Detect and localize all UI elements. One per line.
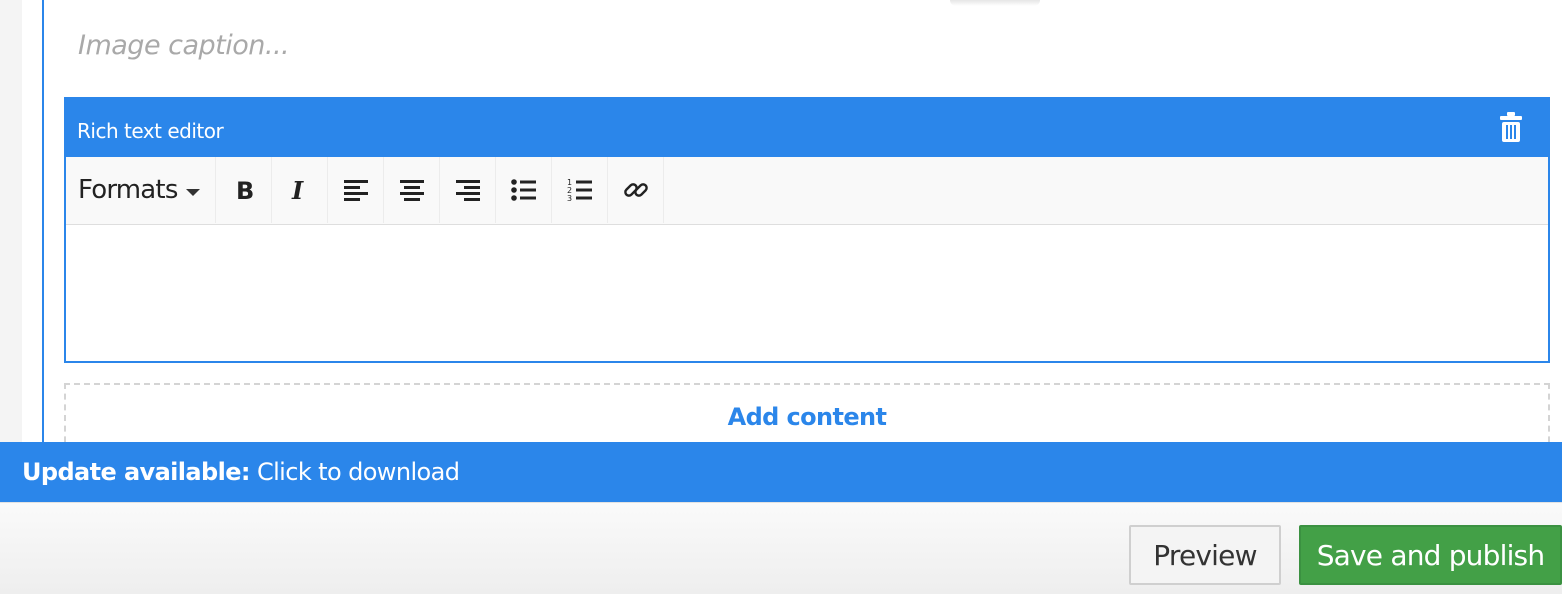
numbered-list-button[interactable]: 123 [552,157,608,223]
preview-button[interactable]: Preview [1129,525,1281,585]
svg-text:3: 3 [567,194,572,202]
add-content-link[interactable]: Add content [66,403,1548,431]
editor-title: Rich text editor [77,119,224,143]
align-left-button[interactable] [328,157,384,223]
link-button[interactable] [608,157,664,223]
editor-header: Rich text editor [66,99,1548,157]
italic-icon: I [290,178,310,202]
save-and-publish-button[interactable]: Save and publish [1299,525,1562,585]
svg-text:I: I [291,178,304,202]
align-right-icon [455,179,481,201]
align-left-icon [343,179,369,201]
bullet-list-button[interactable] [496,157,552,223]
editor-toolbar: Formats B I 1 2 3 [66,157,1548,225]
svg-text:B: B [236,178,254,202]
rich-text-editor-block: Rich text editor Formats B I 1 2 3 [64,97,1550,363]
footer-bar: Preview Save and publish [0,502,1562,594]
numbered-list-icon: 123 [567,178,593,202]
image-bottom-shadow [950,0,1040,6]
align-center-icon [399,179,425,201]
bold-icon: B [234,178,254,202]
formats-label: Formats [78,175,178,205]
left-gutter [0,0,22,442]
bullet-list-icon [510,179,537,201]
formats-dropdown[interactable]: Formats [66,157,216,223]
align-center-button[interactable] [384,157,440,223]
align-right-button[interactable] [440,157,496,223]
link-icon [623,177,649,203]
trash-icon[interactable] [1499,111,1523,143]
update-available-label: Update available: [22,458,251,486]
update-download-text[interactable]: Click to download [257,458,460,486]
cms-editor-page: Image caption... Rich text editor Format… [0,0,1562,594]
italic-button[interactable]: I [272,157,328,223]
update-banner[interactable]: Update available: Click to download [0,442,1562,502]
rich-text-body[interactable] [66,226,1548,361]
update-banner-text: Update available: Click to download [22,458,460,486]
block-selection-border [42,0,44,442]
caret-down-icon [185,188,200,196]
bold-button[interactable]: B [216,157,272,223]
image-caption-input[interactable]: Image caption... [78,30,290,61]
